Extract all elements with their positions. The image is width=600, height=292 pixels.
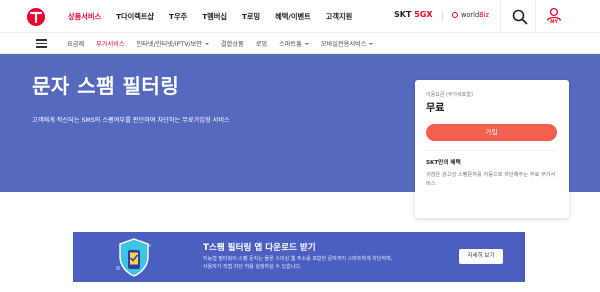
brand-divider [442, 11, 443, 21]
gnb-item[interactable]: T다이렉트샵 [116, 12, 154, 22]
header-divider [535, 0, 536, 33]
world-biz-icon [452, 12, 458, 18]
my-page-button[interactable]: MY [544, 6, 564, 28]
subnav-item[interactable]: 로밍 [256, 39, 267, 48]
subnav-item[interactable]: 모바일전용서비스 [321, 39, 374, 48]
user-icon [546, 7, 562, 21]
fee-label: 이용요금 (부가세포함) [426, 92, 473, 98]
subnav-item-label: 요금제 [67, 41, 85, 48]
gnb-item[interactable]: T우주 [169, 12, 187, 22]
gnb-item[interactable]: 혜택/이벤트 [275, 12, 311, 22]
card-divider [426, 150, 557, 151]
menu-icon[interactable] [36, 39, 47, 48]
fee-value: 무료 [426, 103, 445, 114]
gnb-item[interactable]: 상품서비스 [68, 12, 101, 22]
banner-desc-line: 사용자가 직접 차단 허용 설정하실 수 있습니다. [203, 263, 302, 270]
skt-5gx-logo[interactable]: SKT 5GX [394, 10, 433, 19]
search-icon[interactable] [511, 8, 529, 26]
benefit-description: 귀찮은 광고성 스팸문자를 자동으로 차단해주는 무료 부가서비스 [426, 172, 556, 187]
subnav-item[interactable]: 인터넷/인터넷/IPTV/보안 [137, 39, 209, 48]
view-details-button[interactable]: 자세히 보기 [459, 249, 503, 264]
gnb-item[interactable]: 고객지원 [326, 12, 352, 22]
subnav-item[interactable]: 스마트홈 [279, 39, 309, 48]
price-card: 이용요금 (부가세포함) 무료 가입 SKT만의 혜택 귀찮은 광고성 스팸문자… [415, 80, 569, 218]
gnb-item[interactable]: T멤버십 [202, 12, 227, 22]
header-divider [500, 0, 501, 33]
category-nav: 요금제 부가서비스 인터넷/인터넷/IPTV/보안 결합상품 로밍 스마트홈 모바일전용서비… [67, 33, 385, 54]
subnav-item-label: 인터넷/인터넷/IPTV/보안 [136, 41, 202, 48]
subnav-item[interactable]: 요금제 [67, 39, 84, 48]
page-title: 문자 스팸 필터링 [32, 74, 180, 98]
banner-desc-line: 지능형 필터링이 스팸 문자는 물론 스미싱 웹 주소를 포함한 문자까지 스마… [203, 256, 393, 262]
subnav-item-label: 로밍 [255, 41, 268, 48]
banner-title: T스팸 필터링 앱 다운로드 받기 [203, 243, 316, 253]
t-logo-icon[interactable] [26, 7, 46, 27]
sub-nav: 요금제 부가서비스 인터넷/인터넷/IPTV/보안 결합상품 로밍 스마트홈 모바일전용서비… [0, 33, 600, 54]
join-button[interactable]: 가입 [426, 124, 557, 141]
gnb-item[interactable]: T로밍 [242, 12, 260, 22]
subnav-item-label: 결합상품 [220, 41, 244, 48]
benefit-title: SKT만의 혜택 [426, 160, 461, 166]
my-label: MY [550, 20, 558, 25]
page-description: 고객에게 착신되는 SMS의 스팸여부를 판단하여 차단하는 무료가입형 서비스 [32, 117, 230, 124]
banner-description: 지능형 필터링이 스팸 문자는 물론 스미싱 웹 주소를 포함한 문자까지 스마… [203, 256, 392, 271]
global-nav: 상품서비스 T다이렉트샵 T우주 T멤버십 T로밍 혜택/이벤트 고객지원 [68, 0, 367, 33]
app-download-banner[interactable]: T스팸 필터링 앱 다운로드 받기 지능형 필터링이 스팸 문자는 물론 스미싱… [73, 232, 525, 282]
subnav-item-label: 스마트홈 [279, 41, 302, 48]
chevron-down-icon [304, 43, 309, 45]
top-header: 상품서비스 T다이렉트샵 T우주 T멤버십 T로밍 혜택/이벤트 고객지원 SKT 5GX … [0, 0, 600, 33]
shield-phone-icon [116, 238, 151, 277]
subnav-item-label: 부가서비스 [96, 41, 125, 48]
subnav-item[interactable]: 결합상품 [221, 39, 244, 48]
subnav-item[interactable]: 부가서비스 [96, 39, 124, 48]
chevron-down-icon [204, 43, 209, 45]
world-biz-logo[interactable]: worldBiz [452, 11, 489, 19]
chevron-down-icon [369, 43, 374, 45]
subnav-item-label: 모바일전용서비스 [320, 41, 367, 48]
